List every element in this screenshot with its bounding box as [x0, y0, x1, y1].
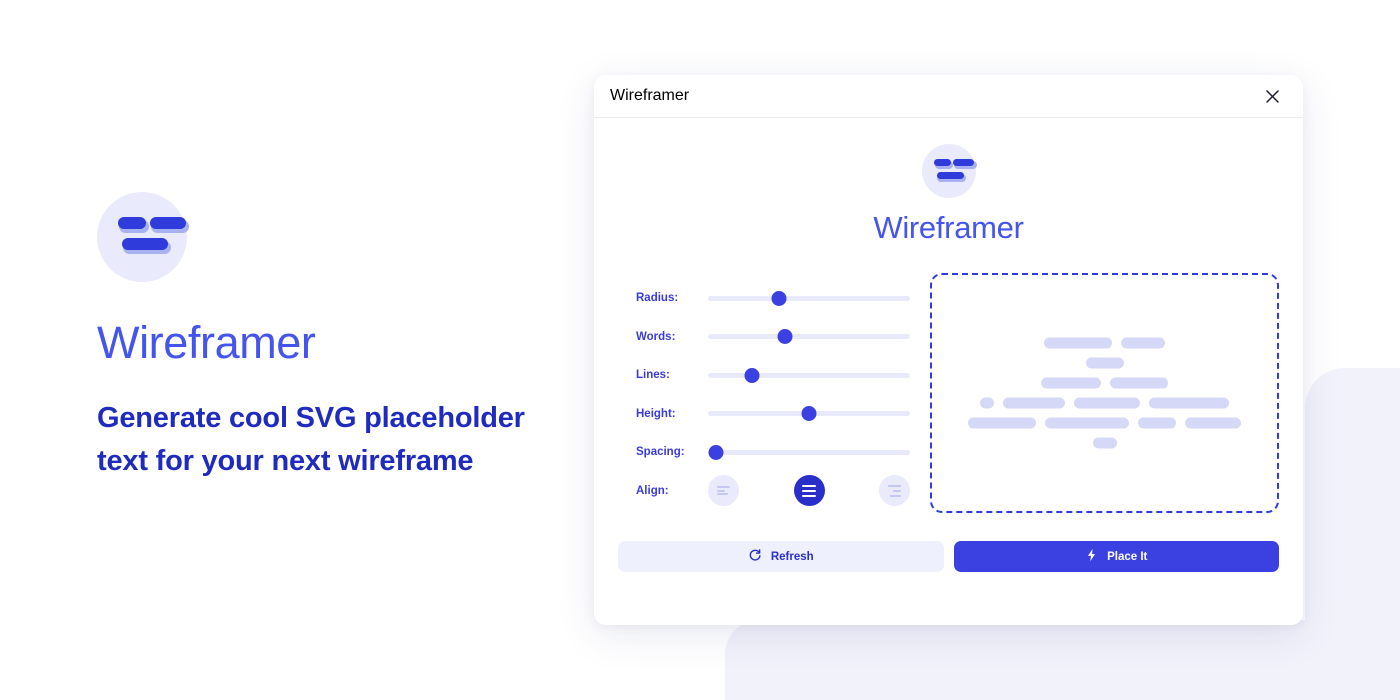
app-root: Wireframer Generate cool SVG placeholder…: [0, 0, 1400, 700]
preview-word: [1044, 337, 1112, 349]
refresh-button-label: Refresh: [770, 550, 814, 563]
close-icon[interactable]: [1261, 85, 1283, 107]
height-slider[interactable]: [708, 405, 910, 423]
preview-line: [946, 337, 1263, 349]
control-label-words: Words:: [636, 330, 676, 343]
preview-lines: [932, 337, 1277, 449]
align-center-icon[interactable]: [793, 475, 825, 507]
place-it-button-label: Place It: [1107, 550, 1148, 563]
wireframer-logo-icon: [97, 192, 189, 282]
spacing-slider[interactable]: [708, 443, 910, 461]
align-right-icon[interactable]: [879, 475, 910, 507]
control-label-spacing: Spacing:: [636, 446, 685, 459]
preview-line: [946, 437, 1263, 449]
hero-section: Wireframer Generate cool SVG placeholder…: [97, 192, 527, 483]
align-left-icon[interactable]: [708, 475, 739, 507]
control-label-lines: Lines:: [636, 369, 670, 382]
preview-word: [968, 417, 1036, 429]
control-row-radius: Radius:: [636, 279, 910, 318]
control-label-height: Height:: [636, 407, 676, 420]
preview-word: [980, 397, 994, 409]
preview-canvas[interactable]: [930, 273, 1279, 513]
panel-body: Wireframer Radius: Words: Lines: Height:…: [594, 118, 1303, 513]
slider-track: [708, 449, 910, 455]
preview-word: [1045, 417, 1129, 429]
preview-word: [1110, 377, 1168, 389]
radius-slider[interactable]: [708, 289, 910, 307]
hero-subtitle: Generate cool SVG placeholder text for y…: [97, 402, 525, 477]
preview-word: [1085, 357, 1124, 369]
panel-title: Wireframer: [610, 87, 690, 104]
words-slider[interactable]: [708, 328, 910, 346]
slider-thumb[interactable]: [777, 329, 793, 345]
preview-line: [946, 357, 1263, 369]
wireframer-logo-icon: [921, 144, 977, 198]
refresh-button[interactable]: Refresh: [618, 541, 944, 572]
panel-footer: Refresh Place It: [594, 541, 1303, 572]
page-title: Wireframer: [97, 317, 316, 368]
slider-thumb[interactable]: [771, 290, 787, 306]
preview-word: [1092, 437, 1117, 449]
preview-word: [1003, 397, 1065, 409]
control-row-lines: Lines:: [636, 356, 910, 395]
slider-thumb[interactable]: [708, 444, 724, 460]
control-row-words: Words:: [636, 318, 910, 357]
panel-content: Radius: Words: Lines: Height: Spacing: A…: [618, 273, 1279, 513]
preview-word: [1041, 377, 1101, 389]
panel-header: Wireframer: [594, 75, 1303, 118]
wireframer-panel: Wireframer Wireframer Radius: Words: Lin…: [594, 75, 1303, 625]
preview-line: [946, 377, 1263, 389]
preview-word: [1185, 417, 1241, 429]
slider-thumb[interactable]: [801, 406, 817, 422]
control-row-align: Align:: [636, 472, 910, 511]
background-decoration-bottom: [725, 620, 1400, 700]
background-decoration-right: [1305, 368, 1400, 700]
control-label-radius: Radius:: [636, 292, 679, 305]
preview-word: [1138, 417, 1176, 429]
slider-track: [708, 334, 910, 340]
refresh-icon: [748, 548, 762, 565]
control-row-height: Height:: [636, 395, 910, 434]
preview-word: [1074, 397, 1140, 409]
place-it-button[interactable]: Place It: [953, 541, 1279, 572]
lines-slider[interactable]: [708, 366, 910, 384]
brand-block: Wireframer: [618, 144, 1279, 243]
lightning-bolt-icon: [1085, 548, 1098, 565]
preview-line: [946, 417, 1263, 429]
brand-name: Wireframer: [873, 210, 1024, 245]
preview-line: [946, 397, 1263, 409]
control-row-spacing: Spacing:: [636, 433, 910, 472]
control-label-align: Align:: [636, 484, 669, 497]
controls-column: Radius: Words: Lines: Height: Spacing: A…: [618, 273, 910, 513]
align-button-group: [708, 475, 910, 507]
slider-track: [708, 295, 910, 301]
slider-track: [708, 372, 910, 378]
preview-word: [1121, 337, 1165, 349]
preview-word: [1149, 397, 1229, 409]
slider-thumb[interactable]: [744, 367, 760, 383]
